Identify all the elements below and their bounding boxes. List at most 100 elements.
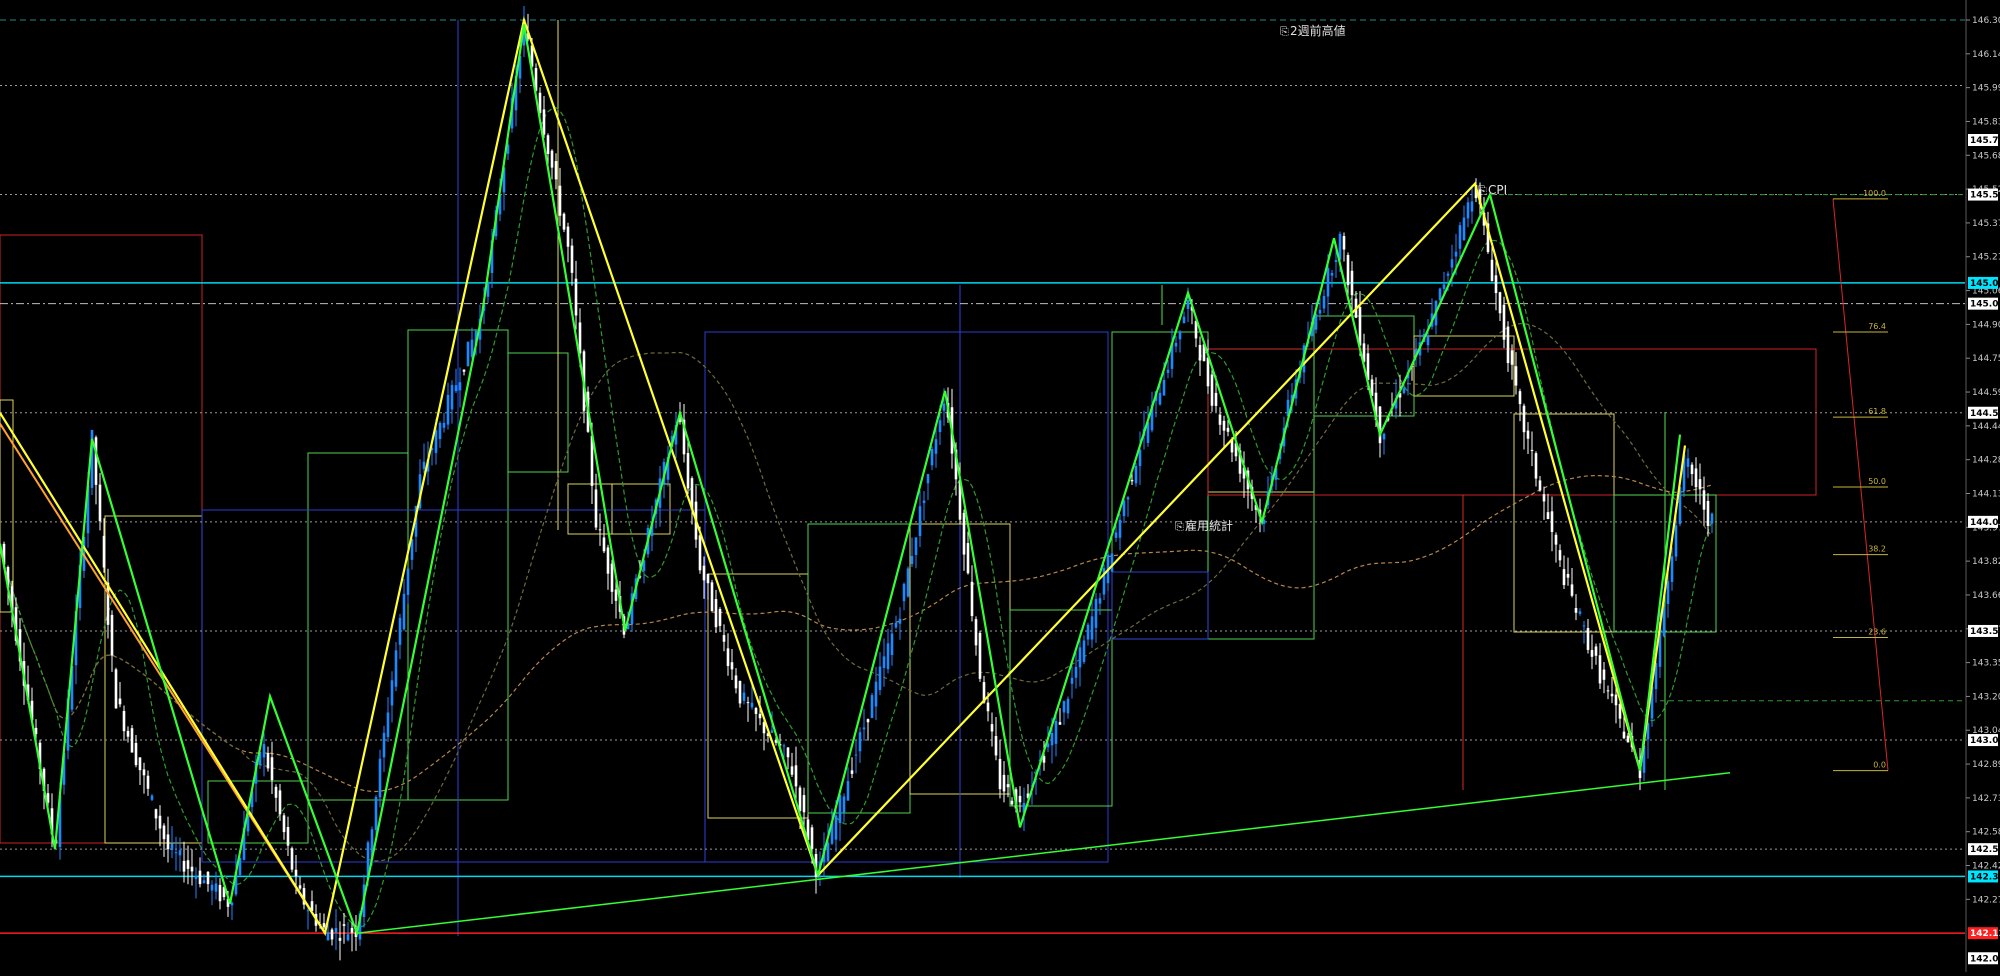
candle-body (1346, 255, 1350, 286)
candle-body (1582, 625, 1586, 627)
candle-body (754, 707, 758, 714)
fibonacci-retracement: 100.0 76.4 61.8 50.0 38.2 23.6 0.0 (1832, 189, 1889, 772)
candle-body (190, 866, 194, 872)
candle-body (966, 543, 970, 574)
candle-body (1114, 532, 1118, 538)
candle-body (1674, 525, 1678, 557)
candle-body (114, 669, 118, 709)
candle-body (1510, 350, 1514, 365)
candle-body (1198, 344, 1202, 361)
candle-body (126, 730, 130, 737)
candle-body (1074, 666, 1078, 678)
price-tag-label: 145.750 (1970, 136, 2000, 146)
candle-body (386, 712, 390, 738)
candle-body (554, 161, 558, 180)
axis-tick-label: 143.665 (1972, 591, 2000, 601)
candle-body (1494, 275, 1498, 294)
candle-body (938, 420, 942, 433)
candle-body (1110, 553, 1114, 572)
range-box (0, 234, 203, 844)
fib-level-label: 100.0 (1863, 189, 1886, 198)
axis-tick-label: 142.270 (1972, 895, 2000, 905)
candle-body (1606, 690, 1610, 692)
axis-tick-label: 143.200 (1972, 692, 2000, 702)
candle-body (450, 384, 454, 410)
support-trend-line (356, 772, 1731, 934)
candle-body (746, 702, 750, 704)
candle-body (278, 790, 282, 815)
candle-body (390, 680, 394, 706)
candle-body (406, 568, 410, 595)
candle-body (910, 555, 914, 565)
candle-body (1438, 288, 1442, 301)
candle-body (698, 535, 702, 571)
range-box (1207, 348, 1315, 640)
range-box (307, 452, 409, 801)
candle-body (1382, 433, 1386, 440)
candle-body (1514, 366, 1518, 386)
candle-body (786, 747, 790, 758)
candle-body (546, 135, 550, 154)
candle-body (290, 848, 294, 870)
candle-body (810, 827, 814, 849)
candle-body (710, 582, 714, 612)
fib-level-label: 61.8 (1868, 407, 1886, 416)
candle-body (870, 695, 874, 718)
candle-body (1554, 534, 1558, 545)
price-tag-label: 142.000 (1970, 954, 2000, 964)
axis-tick-label: 142.735 (1972, 794, 2000, 804)
candle-body (154, 809, 158, 819)
candle-body (1358, 307, 1362, 346)
candle-body (878, 666, 882, 690)
candle-body (130, 728, 134, 753)
candle-body (102, 535, 106, 568)
candle-body (286, 826, 290, 846)
candle-body (862, 727, 866, 730)
candle-body (1506, 326, 1510, 364)
chart-area[interactable]: 100.0 76.4 61.8 50.0 38.2 23.6 0.0 ⎘ 2週前高値 ⎘ CPI ⎘… (0, 0, 2000, 972)
candle-body (1054, 721, 1058, 744)
fib-level-label: 0.0 (1873, 761, 1886, 770)
candle-body (1458, 225, 1462, 249)
candle-body (178, 850, 182, 856)
candle-body (1078, 647, 1082, 668)
candle-body (266, 752, 270, 769)
candle-body (398, 617, 402, 645)
candle-body (1210, 374, 1214, 406)
candle-body (1546, 512, 1550, 520)
candle-body (1610, 693, 1614, 697)
axis-tick-label: 144.750 (1972, 354, 2000, 364)
range-box (201, 509, 706, 863)
candle-body (1534, 453, 1538, 479)
candle-body (206, 871, 210, 885)
candle-body (898, 618, 902, 624)
candle-body (922, 500, 926, 504)
candle-body (1426, 336, 1430, 346)
candle-body (350, 927, 354, 933)
candle-body (942, 403, 946, 411)
candle-body (1530, 449, 1534, 451)
candle-body (1450, 259, 1454, 268)
candle-body (1138, 449, 1142, 467)
candle-body (134, 742, 138, 766)
candle-body (1518, 391, 1522, 405)
candle-body (1118, 519, 1122, 538)
candle-body (990, 724, 994, 732)
candle-body (1058, 722, 1062, 725)
candle-body (906, 568, 910, 597)
candle-body (722, 635, 726, 642)
candle-body (1574, 608, 1578, 613)
candle-body (1566, 573, 1570, 578)
candle-body (1502, 304, 1506, 340)
candle-body (826, 842, 830, 862)
range-box (104, 515, 203, 844)
candle-body (1062, 701, 1066, 713)
candle-body (706, 574, 710, 584)
price-chart[interactable]: 100.076.461.850.038.223.60.0 ⎘ 2週前高値⎘ CPI⎘… (0, 0, 2000, 972)
event-label: 2週前高値 (1290, 23, 1346, 38)
candle-body (330, 929, 334, 940)
candle-body (730, 662, 734, 670)
candle-body (294, 869, 298, 877)
candle-body (1330, 272, 1334, 276)
price-axis: 146.300 146.145 145.990 145.835 145.680 145.5… (1965, 0, 2000, 972)
